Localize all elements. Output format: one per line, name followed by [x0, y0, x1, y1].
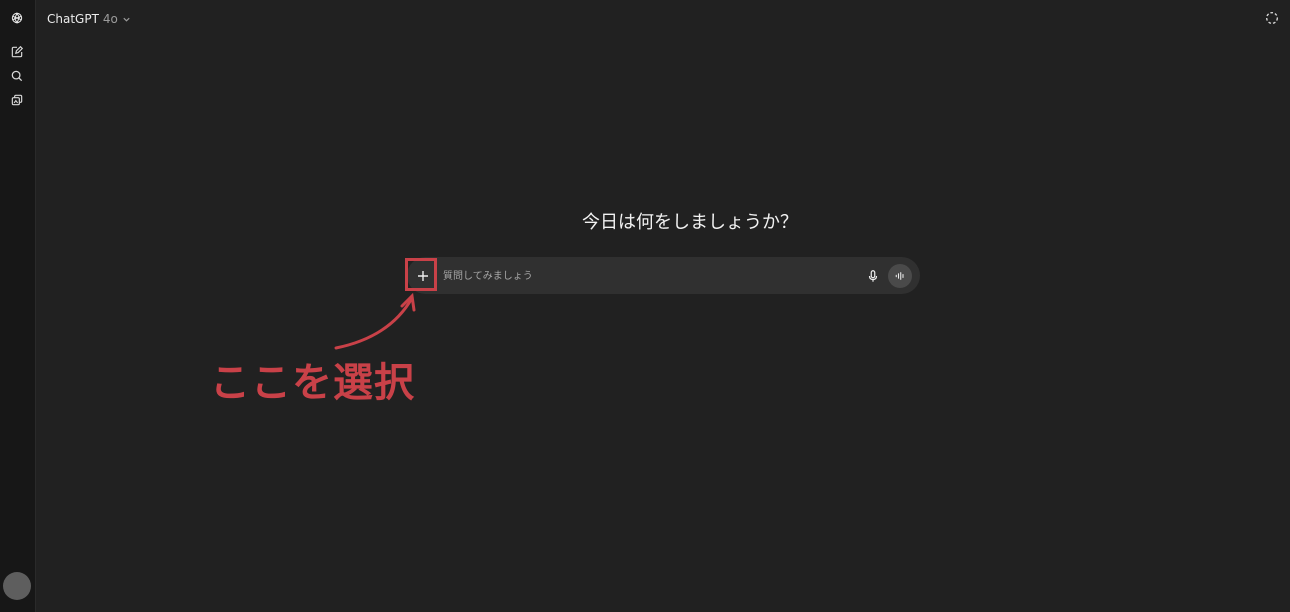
- dictate-button[interactable]: [865, 267, 881, 284]
- search-icon[interactable]: [8, 67, 26, 85]
- avatar[interactable]: [3, 572, 31, 600]
- temporary-chat-icon[interactable]: [1264, 10, 1280, 26]
- add-attachment-button[interactable]: [407, 257, 439, 294]
- chevron-down-icon: [123, 17, 130, 22]
- prompt-composer: [407, 257, 920, 294]
- compose-icon[interactable]: [8, 43, 26, 61]
- page-title: 今日は何をしましょうか？: [582, 212, 798, 233]
- openai-logo-icon[interactable]: [8, 9, 26, 27]
- microphone-icon: [868, 269, 878, 282]
- annotation-label: ここを選択: [210, 360, 415, 406]
- plus-icon: [418, 270, 428, 281]
- voice-mode-button[interactable]: [888, 264, 912, 288]
- model-name: ChatGPT: [47, 12, 99, 26]
- library-icon[interactable]: [8, 91, 26, 109]
- model-switcher[interactable]: ChatGPT 4o: [47, 10, 131, 28]
- annotation-arrow: [334, 292, 416, 350]
- model-version: 4o: [102, 12, 118, 26]
- prompt-input[interactable]: [441, 266, 855, 286]
- sidebar: [0, 0, 36, 612]
- voice-mode-icon: [895, 272, 904, 280]
